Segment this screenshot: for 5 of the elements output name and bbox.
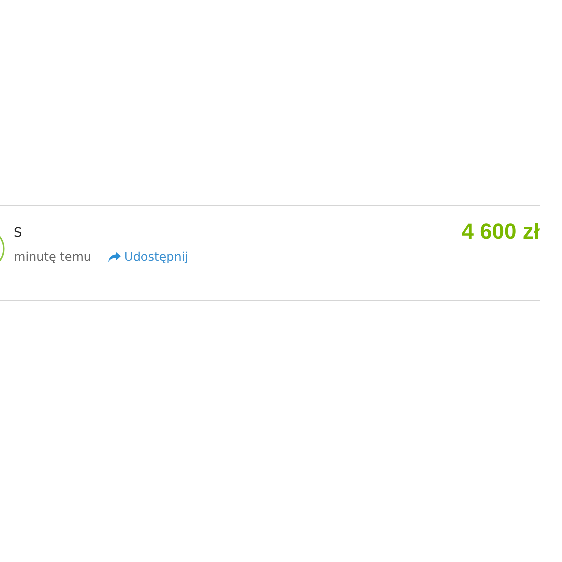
donation-amount: 4 600 zł — [462, 219, 540, 245]
share-link[interactable]: Udostępnij — [108, 250, 189, 264]
donor-name: S — [14, 226, 24, 241]
time-ago: minutę temu — [14, 250, 92, 264]
share-icon — [108, 252, 121, 262]
